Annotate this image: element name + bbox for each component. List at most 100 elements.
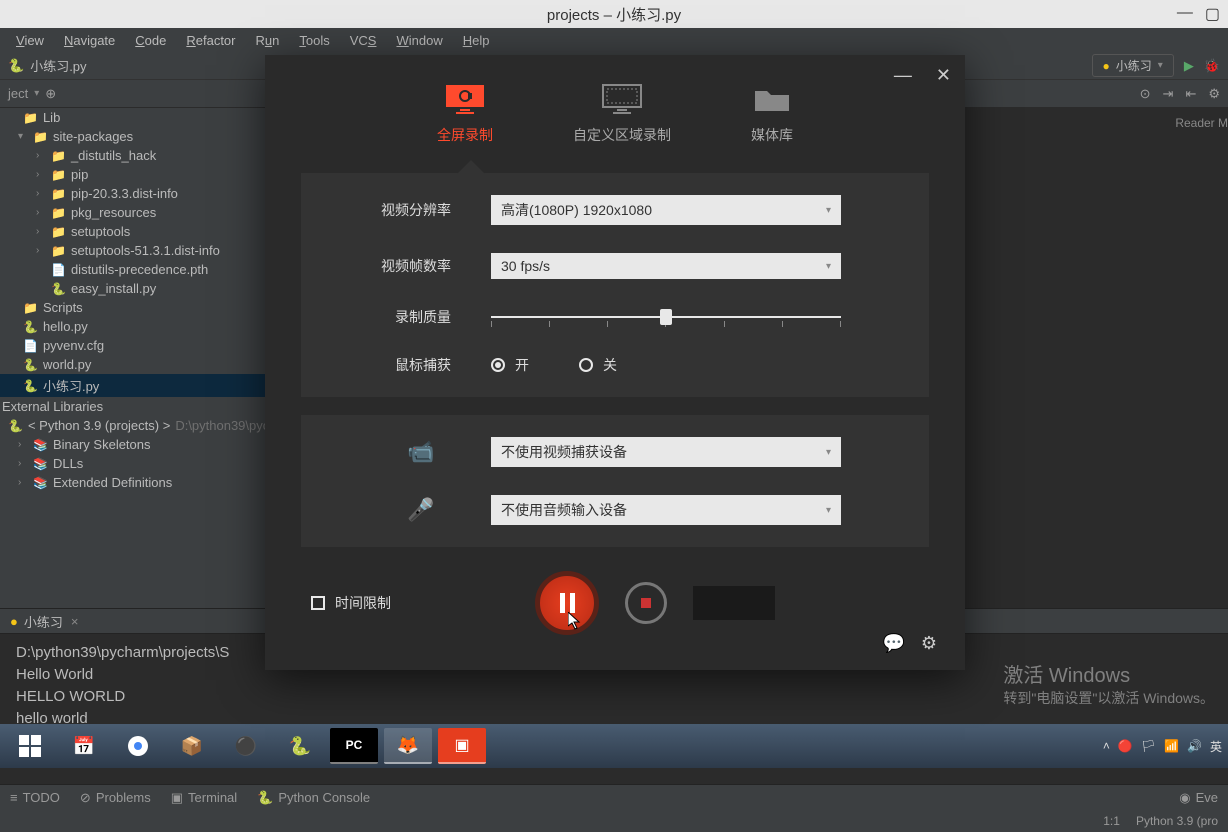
- resolution-select[interactable]: 高清(1080P) 1920x1080: [491, 195, 841, 225]
- settings-icon[interactable]: ⚙: [921, 633, 937, 654]
- tree-distutils-precedence[interactable]: 📄distutils-precedence.pth: [0, 260, 265, 279]
- taskbar-chrome[interactable]: [114, 728, 162, 764]
- mouse-capture-label: 鼠标捕获: [351, 355, 491, 375]
- screen-recorder-dialog: — ✕ 全屏录制 自定义区域录制 媒体库 视频分辨率 高清(1080P) 192…: [265, 55, 965, 670]
- target-icon[interactable]: ⊕: [45, 86, 56, 102]
- tree-easy-install[interactable]: 🐍easy_install.py: [0, 279, 265, 298]
- window-title: projects – 小练习.py: [547, 4, 681, 25]
- close-run-tab-icon[interactable]: ×: [71, 614, 79, 629]
- tray-network-icon[interactable]: 📶: [1164, 739, 1179, 753]
- camera-icon: 📹: [351, 439, 491, 465]
- audio-device-select[interactable]: 不使用音频输入设备: [491, 495, 841, 525]
- tree-lib[interactable]: 📁Lib: [0, 108, 265, 127]
- collapse-icon[interactable]: ⇥: [1163, 86, 1174, 102]
- time-limit-checkbox[interactable]: [311, 596, 325, 610]
- project-tree: 📁Lib ▾📁site-packages ›📁_distutils_hack ›…: [0, 108, 265, 608]
- quality-slider[interactable]: [491, 307, 841, 327]
- locate-icon[interactable]: ⊙: [1140, 86, 1151, 102]
- slider-thumb[interactable]: [660, 309, 672, 325]
- taskbar-firefox[interactable]: 🦊: [384, 728, 432, 764]
- tab-todo[interactable]: ≡ TODO: [10, 790, 60, 805]
- tree-xiaolianxi[interactable]: 🐍小练习.py: [0, 374, 265, 397]
- debug-button[interactable]: 🐞: [1204, 58, 1220, 74]
- tray-up-icon[interactable]: ˄: [1103, 739, 1110, 753]
- tree-binary-skeletons[interactable]: ›📚Binary Skeletons: [0, 435, 265, 454]
- resolution-label: 视频分辨率: [351, 200, 491, 220]
- taskbar-pycharm[interactable]: PC: [330, 728, 378, 764]
- reader-mode-hint[interactable]: Reader M: [1175, 116, 1228, 130]
- menu-window[interactable]: Window: [388, 31, 450, 50]
- menu-navigate[interactable]: Navigate: [56, 31, 123, 50]
- gear-icon[interactable]: ⚙: [1208, 86, 1220, 102]
- tree-world[interactable]: 🐍world.py: [0, 355, 265, 374]
- tree-external-libs[interactable]: External Libraries: [0, 397, 265, 416]
- tray-flag-icon[interactable]: 🏳: [1141, 739, 1156, 753]
- run-config-label: 小练习: [1116, 57, 1152, 74]
- taskbar-app-1[interactable]: 📅: [60, 728, 108, 764]
- console-line: HELLO WORLD: [16, 686, 1212, 708]
- tree-distutils-hack[interactable]: ›📁_distutils_hack: [0, 146, 265, 165]
- menu-refactor[interactable]: Refactor: [178, 31, 243, 50]
- tab-media-library[interactable]: 媒体库: [751, 83, 793, 145]
- chat-icon[interactable]: 💬: [882, 633, 904, 654]
- stop-icon: [641, 598, 651, 608]
- maximize-button[interactable]: ▢: [1205, 4, 1220, 24]
- taskbar-recorder[interactable]: ▣: [438, 728, 486, 764]
- tree-dlls[interactable]: ›📚DLLs: [0, 454, 265, 473]
- expand-icon[interactable]: ⇤: [1185, 86, 1196, 102]
- minimize-button[interactable]: —: [1177, 4, 1193, 24]
- microphone-icon: 🎤: [351, 497, 491, 523]
- tree-pip[interactable]: ›📁pip: [0, 165, 265, 184]
- menu-view[interactable]: View: [8, 31, 52, 50]
- menu-tools[interactable]: Tools: [291, 31, 337, 50]
- tab-problems[interactable]: ⊘ Problems: [80, 790, 151, 806]
- taskbar-app-4[interactable]: ⚫: [222, 728, 270, 764]
- tray-tool-icon[interactable]: 🔴: [1118, 739, 1133, 753]
- run-config-select[interactable]: ● 小练习 ▾: [1092, 54, 1174, 77]
- interpreter-label[interactable]: Python 3.9 (pro: [1136, 814, 1218, 828]
- cursor-icon: [568, 612, 584, 632]
- quality-label: 录制质量: [351, 307, 491, 327]
- menu-run[interactable]: Run: [248, 31, 288, 50]
- taskbar-python[interactable]: 🐍: [276, 728, 324, 764]
- menu-help[interactable]: Help: [455, 31, 498, 50]
- open-file-tab[interactable]: 小练习.py: [30, 56, 86, 75]
- tray-volume-icon[interactable]: 🔊: [1187, 739, 1202, 753]
- tree-pyvenv[interactable]: 📄pyvenv.cfg: [0, 336, 265, 355]
- tab-event-log[interactable]: ◉ Eve: [1179, 790, 1218, 806]
- tree-hello[interactable]: 🐍hello.py: [0, 317, 265, 336]
- start-button[interactable]: [6, 728, 54, 764]
- tray-ime[interactable]: 英: [1210, 738, 1222, 755]
- mouse-off-radio[interactable]: 关: [579, 355, 617, 375]
- system-tray[interactable]: ˄ 🔴 🏳 📶 🔊 英: [1103, 738, 1222, 755]
- tree-extended-defs[interactable]: ›📚Extended Definitions: [0, 473, 265, 492]
- tree-pip-dist[interactable]: ›📁pip-20.3.3.dist-info: [0, 184, 265, 203]
- tab-terminal[interactable]: ▣ Terminal: [171, 790, 237, 806]
- tree-setuptools-dist[interactable]: ›📁setuptools-51.3.1.dist-info: [0, 241, 265, 260]
- tab-fullscreen-record[interactable]: 全屏录制: [437, 83, 493, 145]
- project-panel-label: ject: [8, 86, 28, 101]
- tab-region-record[interactable]: 自定义区域录制: [573, 83, 671, 145]
- bottom-toolbar: ≡ TODO ⊘ Problems ▣ Terminal 🐍 Python Co…: [0, 784, 1228, 810]
- cursor-position: 1:1: [1103, 814, 1120, 828]
- tree-pkg-resources[interactable]: ›📁pkg_resources: [0, 203, 265, 222]
- run-button[interactable]: ▶: [1184, 58, 1194, 74]
- mouse-on-radio[interactable]: 开: [491, 355, 529, 375]
- pause-button[interactable]: [535, 571, 599, 635]
- tree-setuptools[interactable]: ›📁setuptools: [0, 222, 265, 241]
- dropdown-icon[interactable]: ▾: [34, 88, 39, 99]
- tab-python-console[interactable]: 🐍 Python Console: [257, 790, 370, 806]
- taskbar-app-3[interactable]: 📦: [168, 728, 216, 764]
- video-device-select[interactable]: 不使用视频捕获设备: [491, 437, 841, 467]
- fps-select[interactable]: 30 fps/s: [491, 253, 841, 279]
- menu-vcs[interactable]: VCS: [342, 31, 385, 50]
- stop-button[interactable]: [625, 582, 667, 624]
- window-titlebar: projects – 小练习.py — ▢: [0, 0, 1228, 28]
- time-display: [693, 586, 775, 620]
- tree-python39[interactable]: 🐍< Python 3.9 (projects) > D:\python39\p…: [0, 416, 265, 435]
- monitor-icon: [444, 83, 486, 115]
- folder-icon: [751, 83, 793, 115]
- menu-code[interactable]: Code: [127, 31, 174, 50]
- tree-scripts[interactable]: 📁Scripts: [0, 298, 265, 317]
- tree-site-packages[interactable]: ▾📁site-packages: [0, 127, 265, 146]
